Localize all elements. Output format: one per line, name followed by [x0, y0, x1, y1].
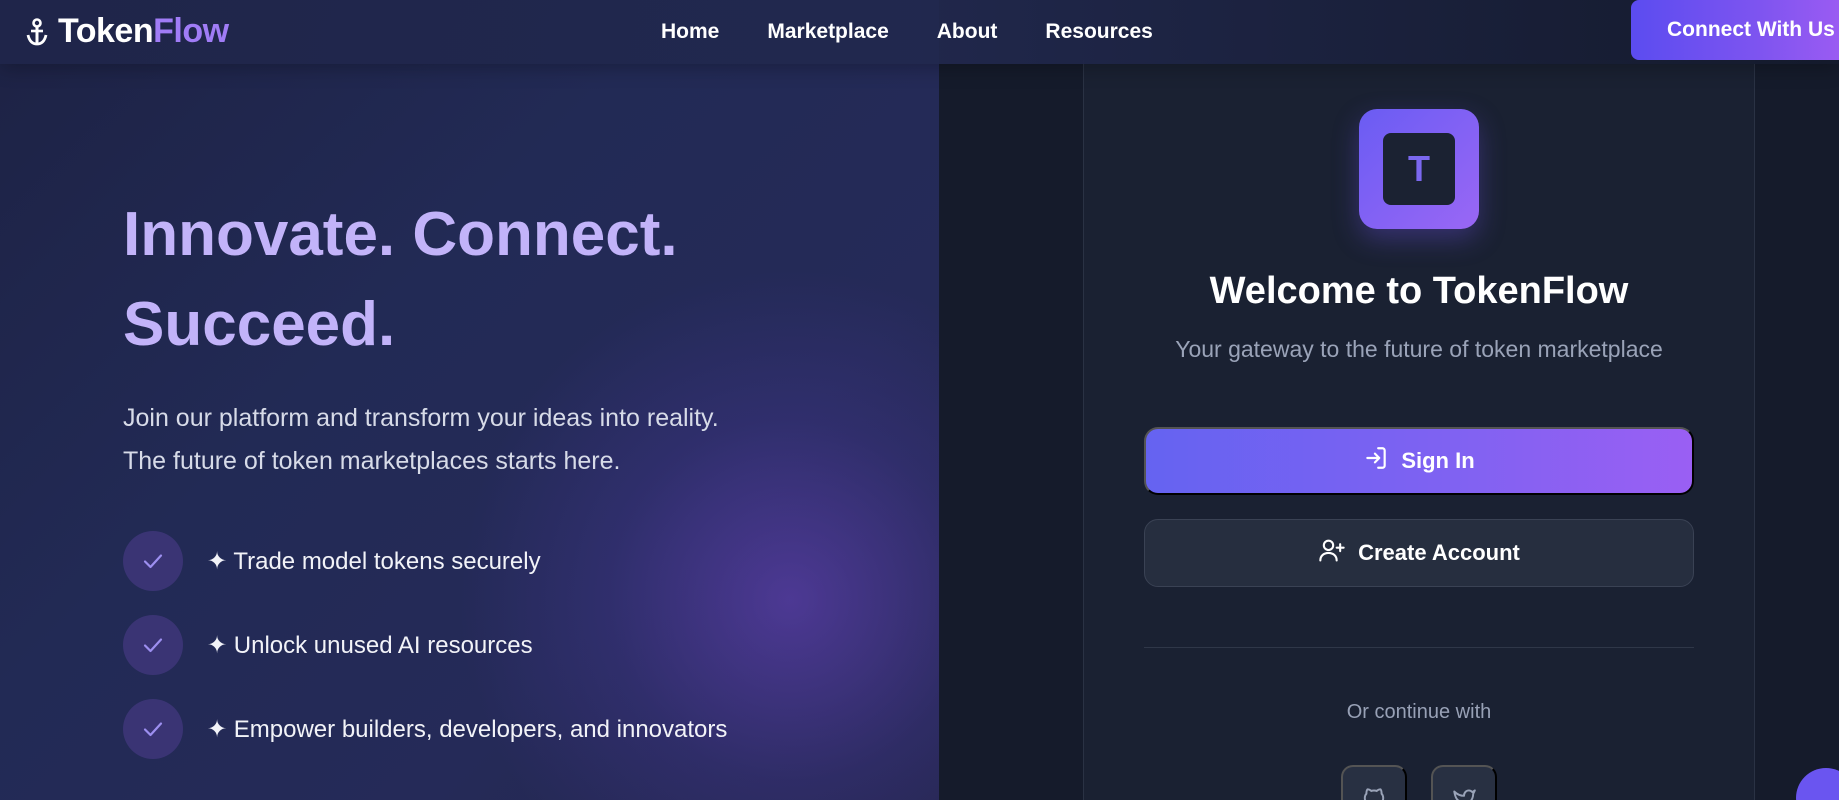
sign-in-label: Sign In: [1401, 448, 1475, 473]
hero-headline: Innovate. Connect. Succeed.: [123, 190, 823, 370]
divider: [1144, 647, 1694, 648]
user-plus-icon: [1318, 536, 1346, 570]
feature-text: ✦ Unlock unused AI resources: [207, 631, 533, 659]
or-continue-with-text: Or continue with: [1346, 701, 1492, 723]
hero-subtext: Join our platform and transform your ide…: [123, 397, 823, 483]
welcome-subtitle: Your gateway to the future of token mark…: [1175, 336, 1663, 362]
hero-subtext-line2: The future of token marketplaces starts …: [123, 447, 621, 475]
nav-link-home[interactable]: Home: [661, 20, 719, 44]
github-login-button[interactable]: [1341, 765, 1407, 800]
logo-text-token: Token: [58, 12, 154, 50]
check-icon: [123, 615, 183, 675]
create-account-button[interactable]: Create Account: [1144, 519, 1694, 587]
nav-link-resources[interactable]: Resources: [1045, 20, 1152, 44]
twitter-login-button[interactable]: [1431, 765, 1497, 800]
logo-text: TokenFlow: [58, 12, 229, 51]
hero-headline-line2: Succeed.: [123, 290, 396, 359]
nav-link-marketplace[interactable]: Marketplace: [767, 20, 888, 44]
logo-text-flow: Flow: [153, 12, 229, 50]
hero-headline-line1: Innovate. Connect.: [123, 200, 678, 269]
feature-list: ✦ Trade model tokens securely ✦ Unlock u…: [123, 531, 727, 783]
create-account-label: Create Account: [1358, 540, 1520, 565]
sign-in-icon: [1363, 445, 1389, 477]
brand-avatar: T: [1359, 109, 1479, 229]
feature-text: ✦ Trade model tokens securely: [207, 547, 541, 575]
check-icon: [123, 531, 183, 591]
top-navbar: TokenFlow Home Marketplace About Resourc…: [0, 0, 1839, 64]
github-icon: [1361, 785, 1387, 800]
connect-with-us-button[interactable]: Connect With Us: [1631, 0, 1839, 60]
check-icon: [123, 699, 183, 759]
logo[interactable]: TokenFlow: [26, 12, 229, 51]
twitter-icon: [1451, 785, 1477, 800]
brand-avatar-letter: T: [1383, 133, 1455, 205]
feature-item: ✦ Unlock unused AI resources: [123, 615, 727, 675]
feature-text: ✦ Empower builders, developers, and inno…: [207, 715, 728, 743]
nav-links: Home Marketplace About Resources: [661, 20, 1153, 44]
feature-item: ✦ Trade model tokens securely: [123, 531, 727, 591]
anchor-icon: [26, 17, 48, 47]
nav-link-about[interactable]: About: [937, 20, 998, 44]
welcome-title: Welcome to TokenFlow: [1209, 270, 1629, 312]
sign-in-button[interactable]: Sign In: [1144, 427, 1694, 495]
feature-item: ✦ Empower builders, developers, and inno…: [123, 699, 727, 759]
hero-subtext-line1: Join our platform and transform your ide…: [123, 404, 719, 432]
